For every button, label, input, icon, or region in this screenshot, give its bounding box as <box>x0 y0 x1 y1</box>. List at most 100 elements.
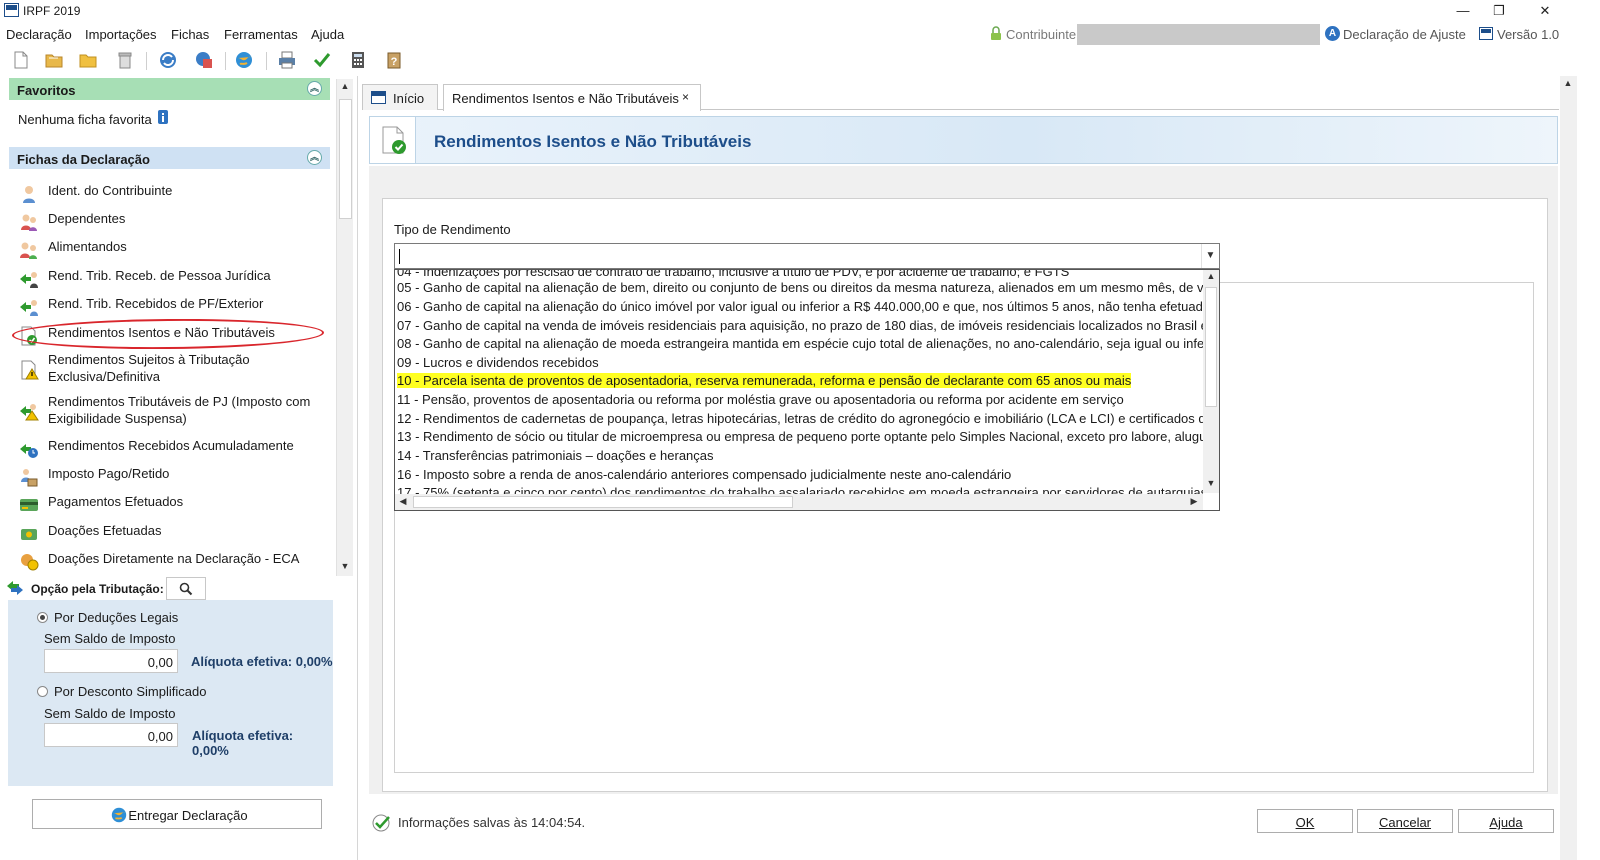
cancel-button[interactable]: Cancelar <box>1357 809 1453 833</box>
menu-ajuda[interactable]: Ajuda <box>311 27 344 42</box>
list-item[interactable]: 11 - Pensão, proventos de aposentadoria … <box>395 390 1203 409</box>
restore-button[interactable]: ❐ <box>1476 0 1522 22</box>
scroll-down-arrow[interactable]: ▼ <box>1204 478 1218 488</box>
nav-rend-exigibilidade-suspensa[interactable]: Rendimentos Tributáveis de PJ (Imposto c… <box>13 393 333 429</box>
contribuinte-label: Contribuinte: <box>1006 27 1080 42</box>
list-item-highlighted[interactable]: 10 - Parcela isenta de proventos de apos… <box>395 371 1203 390</box>
deducoes-aliquota: Alíquota efetiva: 0,00% <box>191 654 333 669</box>
toolbar-separator <box>266 52 267 70</box>
menu-declaracao[interactable]: Declaração <box>6 27 72 42</box>
scroll-thumb[interactable] <box>413 496 793 508</box>
panel-splitter[interactable] <box>357 76 361 860</box>
nav-doacoes-eca[interactable]: Doações Diretamente na Declaração - ECA <box>13 550 333 571</box>
nav-doacoes[interactable]: Doações Efetuadas <box>13 522 333 542</box>
income-pf-icon <box>20 300 38 316</box>
menu-ferramentas[interactable]: Ferramentas <box>224 27 298 42</box>
chevron-down-icon[interactable]: ▼ <box>1201 244 1219 268</box>
favoritos-header[interactable]: Favoritos ︽ <box>9 78 330 100</box>
favoritos-title: Favoritos <box>17 83 76 98</box>
calculator-icon[interactable] <box>348 50 368 70</box>
help-book-icon[interactable]: ? <box>384 50 404 70</box>
list-item[interactable]: 06 - Ganho de capital na alienação do ún… <box>395 297 1203 316</box>
nav-pagamentos[interactable]: Pagamentos Efetuados <box>13 493 333 513</box>
page-title: Rendimentos Isentos e Não Tributáveis <box>434 132 752 151</box>
sync-icon[interactable] <box>158 50 178 70</box>
list-item[interactable]: 08 - Ganho de capital na alienação de mo… <box>395 334 1203 353</box>
document-warning-icon <box>21 360 39 380</box>
check-icon[interactable] <box>312 50 332 70</box>
list-item[interactable]: 13 - Rendimento de sócio ou titular de m… <box>395 427 1203 446</box>
list-item[interactable]: 17 - 75% (setenta e cinco por cento) dos… <box>395 483 1203 494</box>
list-item[interactable]: 14 - Transferências patrimoniais – doaçõ… <box>395 446 1203 465</box>
new-file-icon[interactable] <box>11 50 31 70</box>
main-scrollbar[interactable]: ▲ <box>1560 76 1577 860</box>
scroll-down-arrow[interactable]: ▼ <box>338 561 352 571</box>
close-window-button[interactable]: ✕ <box>1522 0 1568 22</box>
search-button[interactable] <box>166 577 206 600</box>
menu-importacoes[interactable]: Importações <box>85 27 157 42</box>
ok-button[interactable]: OK <box>1257 809 1353 833</box>
saved-check-icon <box>372 814 390 832</box>
tab-inicio[interactable]: Início <box>362 84 438 110</box>
window-title: IRPF 2019 <box>23 4 81 18</box>
nav-alimentandos[interactable]: Alimentandos <box>13 238 333 259</box>
nav-rend-trib-pf[interactable]: Rend. Trib. Recebidos de PF/Exterior <box>13 295 333 316</box>
simplificado-aliquota: Alíquota efetiva: 0,00% <box>192 728 294 758</box>
list-item[interactable]: 05 - Ganho de capital na alienação de be… <box>395 278 1203 297</box>
status-text: Informações salvas às 14:04:54. <box>398 815 586 830</box>
simplificado-label: Por Desconto Simplificado <box>54 684 207 699</box>
declaracao-type: Declaração de Ajuste <box>1343 27 1466 42</box>
list-item[interactable]: 07 - Ganho de capital na venda de imóvei… <box>395 316 1203 335</box>
nav-rend-tributacao-exclusiva[interactable]: Rendimentos Sujeitos à Tributação Exclus… <box>13 351 333 387</box>
page-header-icon-box <box>370 117 416 163</box>
person-icon <box>23 186 35 203</box>
title-bar: IRPF 2019 — ❐ ✕ <box>0 0 1600 22</box>
nav-imposto-pago[interactable]: Imposto Pago/Retido <box>13 465 333 487</box>
tipo-rendimento-combobox[interactable]: ▼ <box>394 243 1220 269</box>
tab-rendimentos-label: Rendimentos Isentos e Não Tributáveis <box>452 91 679 106</box>
scroll-right-arrow[interactable]: ▶ <box>1187 496 1201 507</box>
menu-fichas[interactable]: Fichas <box>171 27 209 42</box>
scroll-left-arrow[interactable]: ◀ <box>396 496 410 507</box>
toolbar-separator <box>146 52 147 70</box>
dependents-icon <box>21 214 37 231</box>
trash-icon[interactable] <box>115 50 135 70</box>
radio-deducoes-legais[interactable] <box>37 612 48 623</box>
open-file-icon[interactable] <box>44 50 64 70</box>
tab-close-icon[interactable]: × <box>682 90 689 104</box>
nav-rend-trib-pj[interactable]: Rend. Trib. Receb. de Pessoa Jurídica <box>13 267 333 288</box>
fichas-scrollbar[interactable]: ▲ ▼ <box>336 79 353 576</box>
folder-icon[interactable] <box>78 50 98 70</box>
collapse-icon[interactable]: ︽ <box>307 150 322 165</box>
globe-icon[interactable] <box>234 50 254 70</box>
entregar-declaracao-button[interactable]: Entregar Declaração <box>32 799 322 829</box>
fichas-header[interactable]: Fichas da Declaração ︽ <box>9 147 330 169</box>
scroll-up-arrow[interactable]: ▲ <box>1561 78 1575 88</box>
scroll-up-arrow[interactable]: ▲ <box>338 81 352 91</box>
radio-desconto-simplificado[interactable] <box>37 686 48 697</box>
scroll-thumb[interactable] <box>339 99 352 219</box>
card-icon <box>20 499 38 511</box>
scroll-thumb[interactable] <box>1205 287 1217 407</box>
svg-text:?: ? <box>391 56 398 68</box>
dropdown-vertical-scrollbar[interactable]: ▲ ▼ <box>1203 270 1219 493</box>
tab-rendimentos-isentos[interactable]: Rendimentos Isentos e Não Tributáveis × <box>443 84 701 111</box>
favoritos-empty-text: Nenhuma ficha favorita <box>18 112 152 127</box>
eca-icon <box>21 554 39 571</box>
nav-rend-acumuladamente[interactable]: Rendimentos Recebidos Acumuladamente <box>13 437 333 458</box>
list-item[interactable]: 12 - Rendimentos de cadernetas de poupan… <box>395 409 1203 428</box>
list-item[interactable]: 16 - Imposto sobre a renda de anos-calen… <box>395 465 1203 484</box>
print-icon[interactable] <box>277 50 297 70</box>
selection-annotation-oval <box>11 317 325 351</box>
irpf-app-window: IRPF 2019 — ❐ ✕ Declaração Importações F… <box>0 0 1600 860</box>
scroll-up-arrow[interactable]: ▲ <box>1204 271 1218 281</box>
receita-icon[interactable] <box>194 50 214 70</box>
tipo-rendimento-dropdown-list[interactable]: 04 - Indenizações por rescisão de contra… <box>394 269 1220 511</box>
dropdown-horizontal-scrollbar[interactable]: ◀ ▶ <box>395 494 1203 510</box>
nav-dependentes[interactable]: Dependentes <box>13 210 333 231</box>
collapse-icon[interactable]: ︽ <box>307 81 322 96</box>
nav-ident-contribuinte[interactable]: Ident. do Contribuinte <box>13 182 333 203</box>
list-item[interactable]: 09 - Lucros e dividendos recebidos <box>395 353 1203 372</box>
help-button[interactable]: Ajuda <box>1458 809 1554 833</box>
document-check-icon <box>382 126 406 154</box>
